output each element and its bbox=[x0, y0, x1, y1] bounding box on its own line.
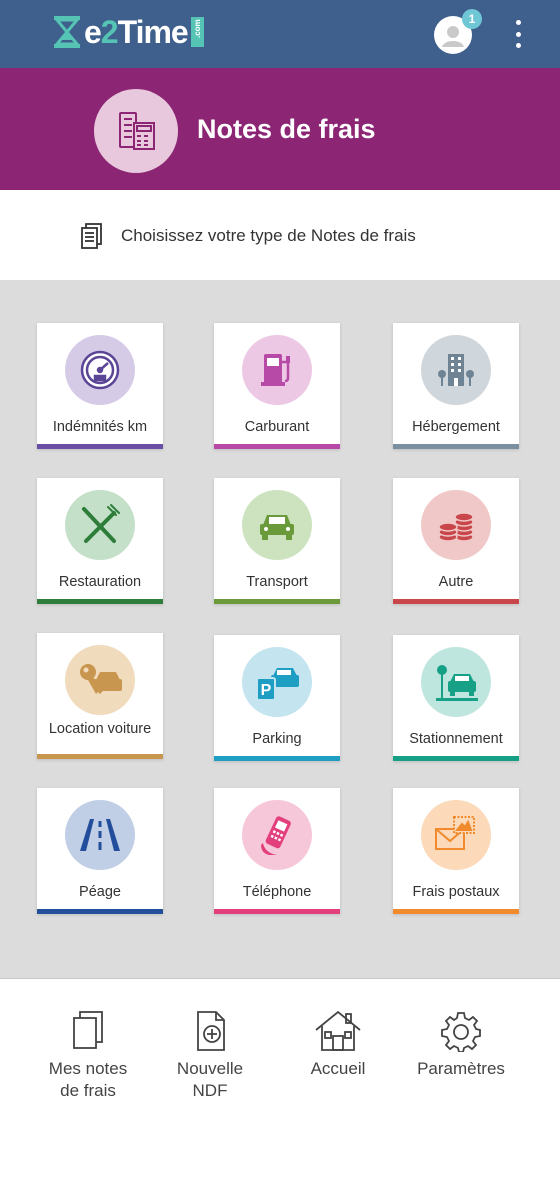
parking-meter-icon bbox=[421, 647, 491, 717]
nav-label: Mes notes de frais bbox=[48, 1059, 128, 1100]
car-icon bbox=[242, 490, 312, 560]
dot-icon bbox=[515, 43, 521, 48]
category-label: Indémnités km bbox=[52, 419, 148, 435]
road-icon bbox=[65, 800, 135, 870]
category-accent-bar bbox=[37, 754, 163, 759]
speedometer-icon bbox=[65, 335, 135, 405]
mail-stamp-icon bbox=[421, 800, 491, 870]
category-tile-peage[interactable]: Péage bbox=[37, 788, 163, 914]
category-label: Téléphone bbox=[242, 884, 312, 900]
fuel-pump-icon bbox=[242, 335, 312, 405]
nav-label: Nouvelle NDF bbox=[176, 1059, 244, 1100]
category-accent-bar bbox=[37, 599, 163, 604]
notification-badge: 1 bbox=[462, 9, 482, 29]
logo-text: e2Time bbox=[84, 13, 189, 50]
new-document-icon bbox=[197, 1011, 225, 1051]
category-accent-bar bbox=[393, 756, 519, 761]
nav-label: Paramètres bbox=[417, 1059, 505, 1078]
svg-text:P: P bbox=[261, 682, 272, 699]
category-label: Péage bbox=[79, 884, 121, 900]
category-tile-indemnites-km[interactable]: Indémnités km bbox=[37, 323, 163, 449]
expense-report-icon bbox=[94, 89, 178, 173]
category-label: Location voiture bbox=[48, 721, 152, 737]
phone-icon bbox=[242, 800, 312, 870]
category-label: Frais postaux bbox=[412, 884, 500, 900]
category-label: Restauration bbox=[58, 574, 142, 590]
documents-icon bbox=[73, 1011, 103, 1049]
category-accent-bar bbox=[37, 909, 163, 914]
category-label: Stationnement bbox=[409, 731, 503, 747]
page-title: Notes de frais bbox=[197, 114, 376, 144]
category-accent-bar bbox=[393, 599, 519, 604]
category-accent-bar bbox=[393, 909, 519, 914]
category-label: Transport bbox=[246, 574, 308, 590]
category-tile-parking[interactable]: P Parking bbox=[214, 635, 340, 761]
category-label: Autre bbox=[438, 574, 474, 590]
dot-icon bbox=[515, 20, 521, 25]
nav-mes-notes-de-frais[interactable]: Mes notes de frais bbox=[38, 1010, 138, 1102]
overflow-menu-button[interactable] bbox=[510, 20, 526, 48]
category-accent-bar bbox=[37, 444, 163, 449]
parking-icon: P bbox=[242, 647, 312, 717]
category-label: Carburant bbox=[244, 419, 310, 435]
category-tile-restauration[interactable]: Restauration bbox=[37, 478, 163, 604]
category-accent-bar bbox=[214, 444, 340, 449]
nav-nouvelle-ndf[interactable]: Nouvelle NDF bbox=[160, 1010, 260, 1102]
logo-dotcom: .com bbox=[190, 17, 204, 47]
category-label: Hébergement bbox=[412, 419, 500, 435]
instruction-text: Choisissez votre type de Notes de frais bbox=[121, 226, 416, 245]
home-icon bbox=[315, 1010, 361, 1051]
category-tile-carburant[interactable]: Carburant bbox=[214, 323, 340, 449]
hourglass-icon bbox=[53, 16, 81, 48]
dot-icon bbox=[515, 31, 521, 37]
category-accent-bar bbox=[393, 444, 519, 449]
category-tile-stationnement[interactable]: Stationnement bbox=[393, 635, 519, 761]
user-icon bbox=[442, 26, 464, 47]
nav-accueil[interactable]: Accueil bbox=[288, 1010, 388, 1080]
category-tile-location-voiture[interactable]: Location voiture bbox=[37, 633, 163, 759]
category-tile-hebergement[interactable]: Hébergement bbox=[393, 323, 519, 449]
coins-icon bbox=[421, 490, 491, 560]
category-tile-telephone[interactable]: Téléphone bbox=[214, 788, 340, 914]
nav-parametres[interactable]: Paramètres bbox=[406, 1010, 516, 1080]
category-tile-autre[interactable]: Autre bbox=[393, 478, 519, 604]
category-accent-bar bbox=[214, 599, 340, 604]
cutlery-icon bbox=[65, 490, 135, 560]
gear-icon bbox=[441, 1012, 481, 1052]
category-label: Parking bbox=[252, 731, 302, 747]
category-tile-frais-postaux[interactable]: Frais postaux bbox=[393, 788, 519, 914]
car-key-icon bbox=[65, 645, 135, 715]
category-tile-transport[interactable]: Transport bbox=[214, 478, 340, 604]
documents-icon bbox=[81, 223, 102, 249]
category-accent-bar bbox=[214, 909, 340, 914]
app-logo: e2Time .com bbox=[52, 12, 204, 52]
building-icon bbox=[421, 335, 491, 405]
nav-label: Accueil bbox=[310, 1059, 366, 1078]
category-accent-bar bbox=[214, 756, 340, 761]
